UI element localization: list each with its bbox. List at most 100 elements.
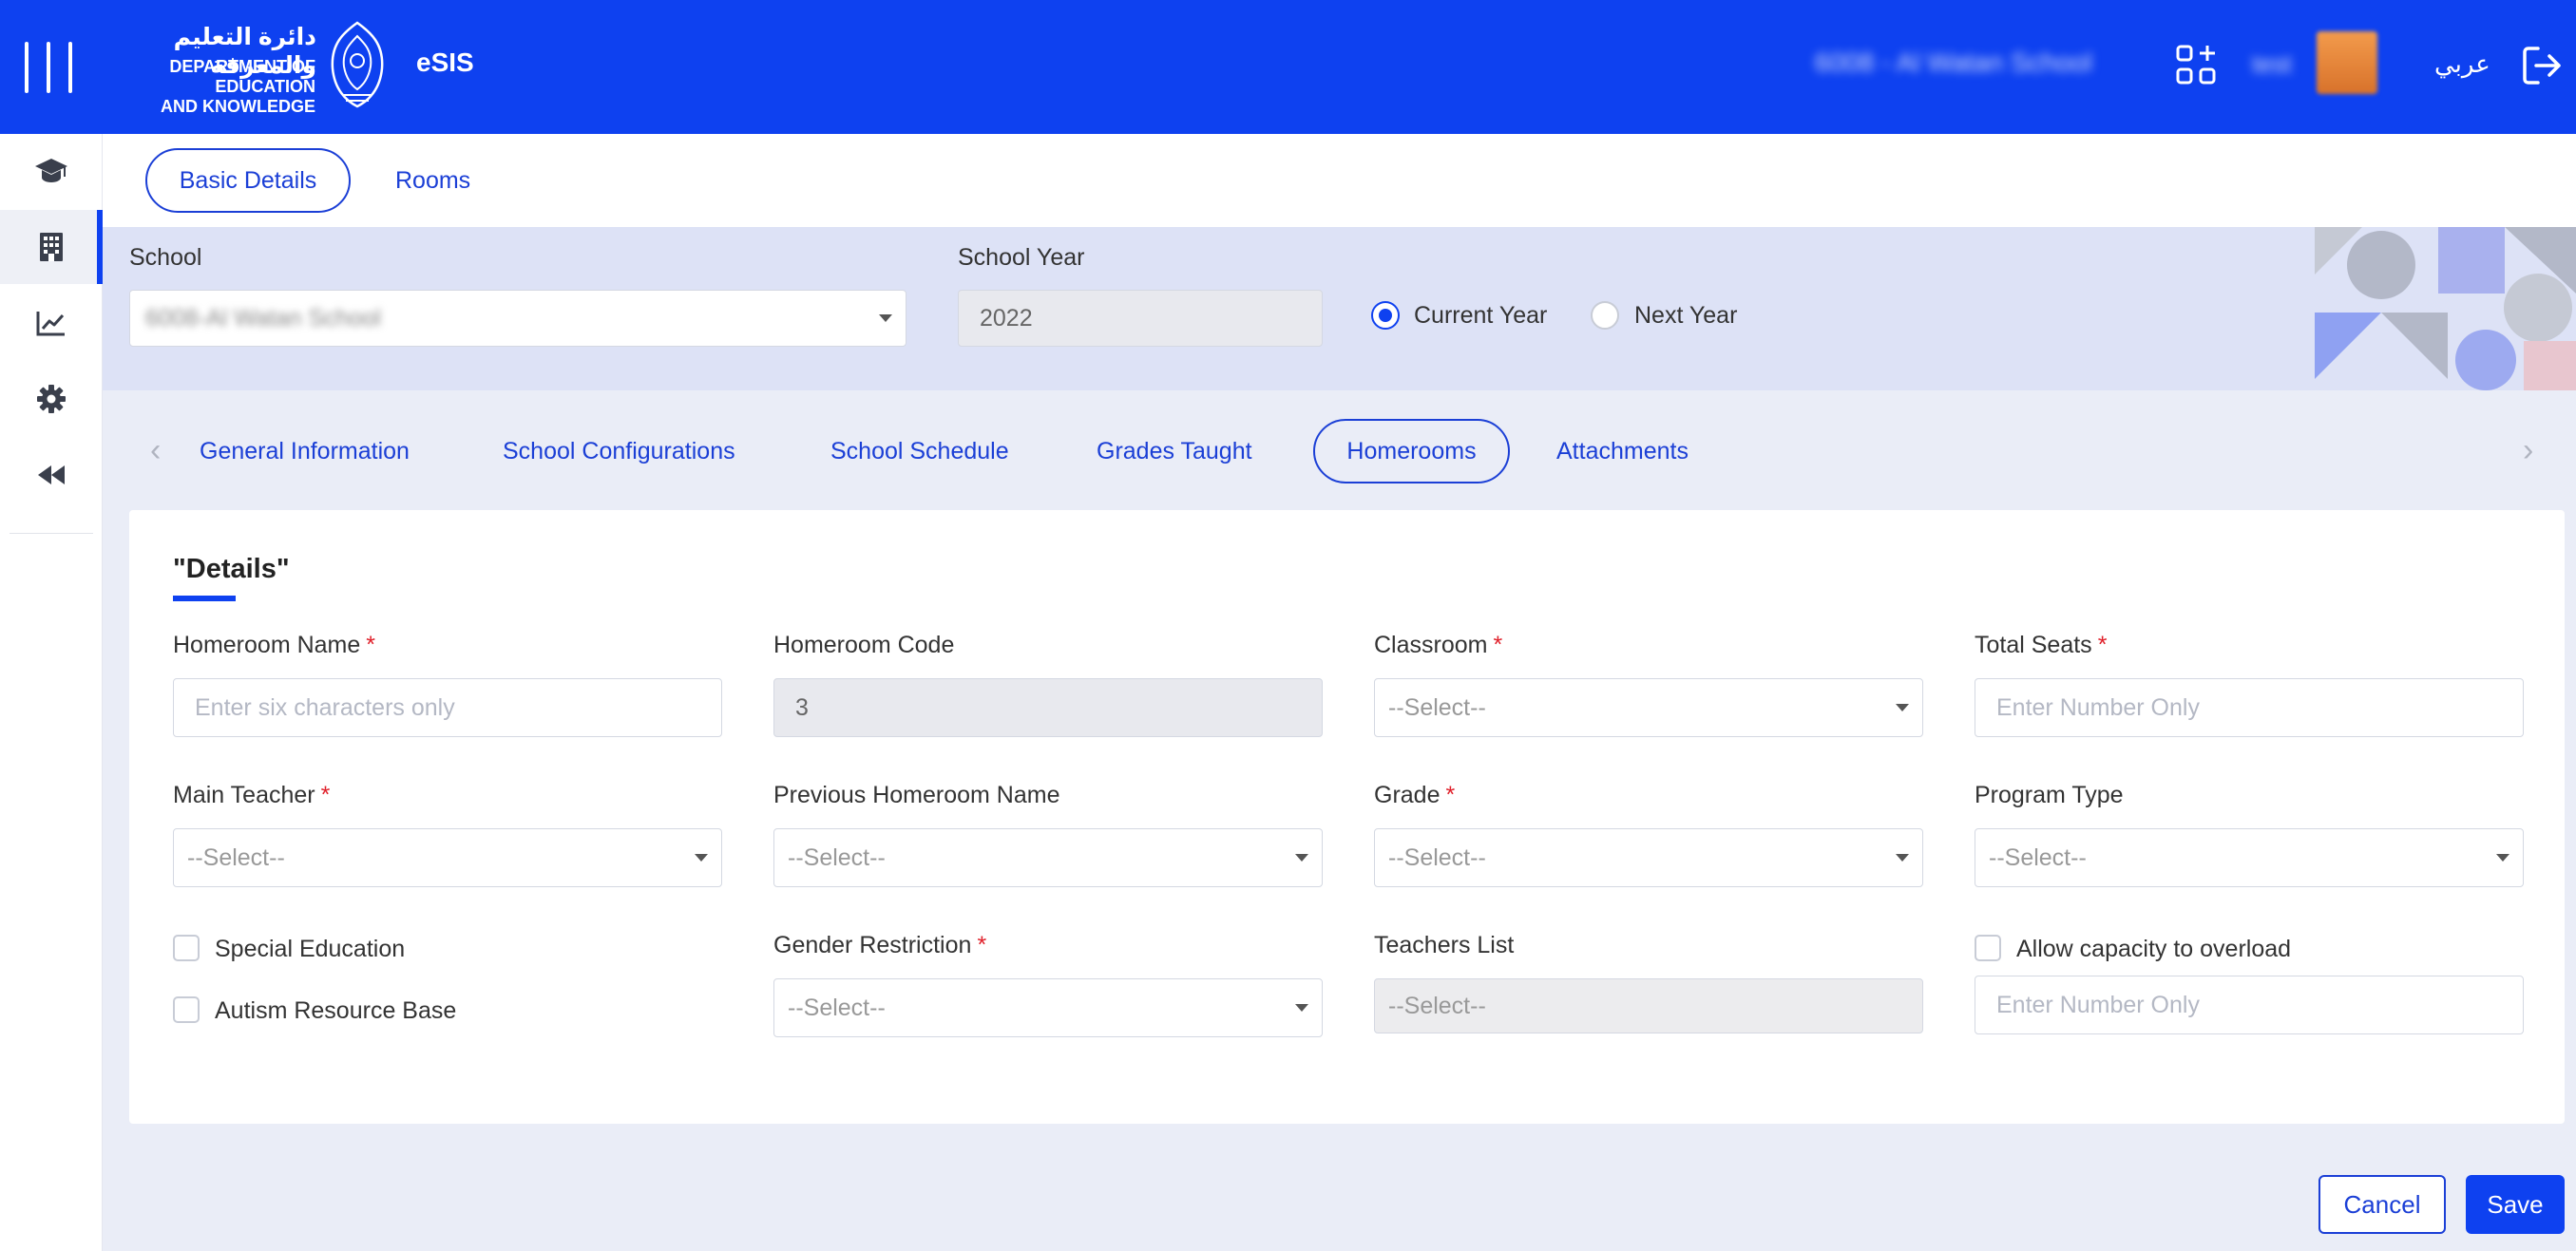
details-title: "Details" [173, 554, 290, 584]
apps-grid-icon[interactable] [2175, 44, 2217, 85]
gender-restriction-label-text: Gender Restriction [773, 932, 972, 958]
logo-english-line1: DEPARTMENT OF EDUCATION [169, 57, 315, 96]
chevron-down-icon [2496, 854, 2509, 862]
homeroom-name-label: Homeroom Name * [173, 632, 375, 659]
app-name: eSIS [416, 47, 474, 77]
required-mark: * [977, 932, 987, 958]
teachers-list-label: Teachers List [1374, 932, 1515, 958]
classroom-label-text: Classroom [1374, 632, 1488, 658]
allow-overload-label[interactable]: Allow capacity to overload [2016, 936, 2291, 963]
required-mark: * [2097, 632, 2108, 658]
homeroom-name-label-text: Homeroom Name [173, 632, 361, 658]
tabs-next-arrow[interactable]: › [2523, 432, 2533, 469]
gender-restriction-label: Gender Restriction * [773, 932, 986, 959]
previous-homeroom-select[interactable]: --Select-- [773, 828, 1323, 887]
menu-icon[interactable] [25, 42, 72, 93]
homeroom-name-placeholder: Enter six characters only [195, 693, 455, 721]
main-teacher-select-value: --Select-- [187, 843, 285, 871]
main-teacher-label: Main Teacher * [173, 782, 330, 809]
next-year-label[interactable]: Next Year [1634, 302, 1737, 330]
school-select[interactable]: 6008-Al Watan School [129, 290, 906, 347]
school-year-field: 2022 [958, 290, 1323, 347]
tab-general-information[interactable]: General Information [200, 438, 410, 465]
tab-homerooms[interactable]: Homerooms [1313, 419, 1510, 483]
sidebar-item-reports[interactable] [0, 286, 103, 360]
previous-homeroom-select-value: --Select-- [788, 843, 886, 871]
decorative-pattern [2315, 227, 2576, 390]
tab-school-configurations[interactable]: School Configurations [503, 438, 735, 465]
tab-basic-details[interactable]: Basic Details [145, 148, 351, 213]
avatar[interactable] [2317, 31, 2377, 94]
total-seats-label-text: Total Seats [1975, 632, 2092, 658]
next-year-radio[interactable] [1591, 301, 1619, 330]
previous-homeroom-label: Previous Homeroom Name [773, 782, 1060, 808]
save-button[interactable]: Save [2466, 1175, 2565, 1234]
current-year-label[interactable]: Current Year [1414, 302, 1547, 330]
teachers-list-select: --Select-- [1374, 978, 1923, 1033]
building-icon [40, 233, 63, 261]
total-seats-input[interactable]: Enter Number Only [1975, 678, 2524, 737]
allow-overload-checkbox[interactable] [1975, 935, 2001, 961]
falcon-emblem-icon [331, 21, 384, 108]
total-seats-label: Total Seats * [1975, 632, 2107, 659]
program-type-select-value: --Select-- [1989, 843, 2087, 871]
school-year-label: School Year [958, 244, 1085, 271]
chevron-down-icon [1295, 854, 1308, 862]
sidebar-item-academics[interactable] [0, 134, 103, 208]
graduation-cap-icon [35, 159, 67, 182]
chevron-down-icon [1896, 854, 1909, 862]
language-toggle[interactable]: عربي [2434, 49, 2490, 79]
chevron-down-icon [879, 314, 892, 322]
homeroom-code-field: 3 [773, 678, 1323, 737]
title-underline [173, 596, 236, 601]
required-mark: * [320, 782, 331, 808]
logo-english-text: DEPARTMENT OF EDUCATION AND KNOWLEDGE [106, 57, 315, 117]
homeroom-name-input[interactable]: Enter six characters only [173, 678, 722, 737]
main-teacher-select[interactable]: --Select-- [173, 828, 722, 887]
tab-rooms[interactable]: Rooms [395, 167, 470, 195]
classroom-select-value: --Select-- [1388, 693, 1486, 721]
overload-capacity-placeholder: Enter Number Only [1996, 991, 2200, 1018]
tab-grades-taught[interactable]: Grades Taught [1097, 438, 1252, 465]
grade-select-value: --Select-- [1388, 843, 1486, 871]
tab-attachments[interactable]: Attachments [1556, 438, 1689, 465]
grade-label: Grade * [1374, 782, 1455, 809]
autism-resource-checkbox[interactable] [173, 996, 200, 1023]
logout-icon[interactable] [2521, 45, 2563, 86]
details-card: "Details" Homeroom Name * Enter six chara… [129, 510, 2565, 1124]
special-education-checkbox[interactable] [173, 935, 200, 961]
classroom-select[interactable]: --Select-- [1374, 678, 1923, 737]
header-school-name: 6008 - Al Watan School [1815, 47, 2092, 77]
chart-line-icon [36, 312, 65, 336]
sidebar-item-settings[interactable] [0, 362, 103, 436]
chevron-down-icon [1896, 704, 1909, 711]
user-name[interactable]: test [2252, 49, 2292, 79]
sidebar-item-collapse[interactable] [0, 438, 103, 512]
autism-resource-label[interactable]: Autism Resource Base [215, 997, 456, 1025]
sidebar-item-schools[interactable] [0, 210, 104, 284]
gear-icon [37, 385, 66, 413]
gender-restriction-select[interactable]: --Select-- [773, 978, 1323, 1037]
tab-school-schedule[interactable]: School Schedule [830, 438, 1009, 465]
gender-restriction-select-value: --Select-- [788, 994, 886, 1021]
total-seats-placeholder: Enter Number Only [1996, 693, 2200, 721]
top-header: دائرة التعليم والمعرفة DEPARTMENT OF EDU… [0, 0, 2576, 134]
current-year-radio[interactable] [1371, 301, 1400, 330]
program-type-select[interactable]: --Select-- [1975, 828, 2524, 887]
homeroom-code-label: Homeroom Code [773, 632, 955, 658]
program-type-label: Program Type [1975, 782, 2124, 808]
cancel-button[interactable]: Cancel [2318, 1175, 2446, 1234]
grade-label-text: Grade [1374, 782, 1441, 808]
chevron-down-icon [1295, 1004, 1308, 1012]
overload-capacity-input[interactable]: Enter Number Only [1975, 976, 2524, 1034]
school-select-value: 6008-Al Watan School [145, 304, 381, 332]
sidebar-divider [10, 533, 93, 534]
required-mark: * [1445, 782, 1456, 808]
teachers-list-select-value: --Select-- [1388, 992, 1486, 1019]
grade-select[interactable]: --Select-- [1374, 828, 1923, 887]
tabs-prev-arrow[interactable]: ‹ [150, 432, 161, 469]
required-mark: * [1493, 632, 1503, 658]
rewind-icon [38, 465, 65, 484]
filter-band: School 6008-Al Watan School School Year … [103, 227, 2576, 390]
special-education-label[interactable]: Special Education [215, 936, 405, 963]
